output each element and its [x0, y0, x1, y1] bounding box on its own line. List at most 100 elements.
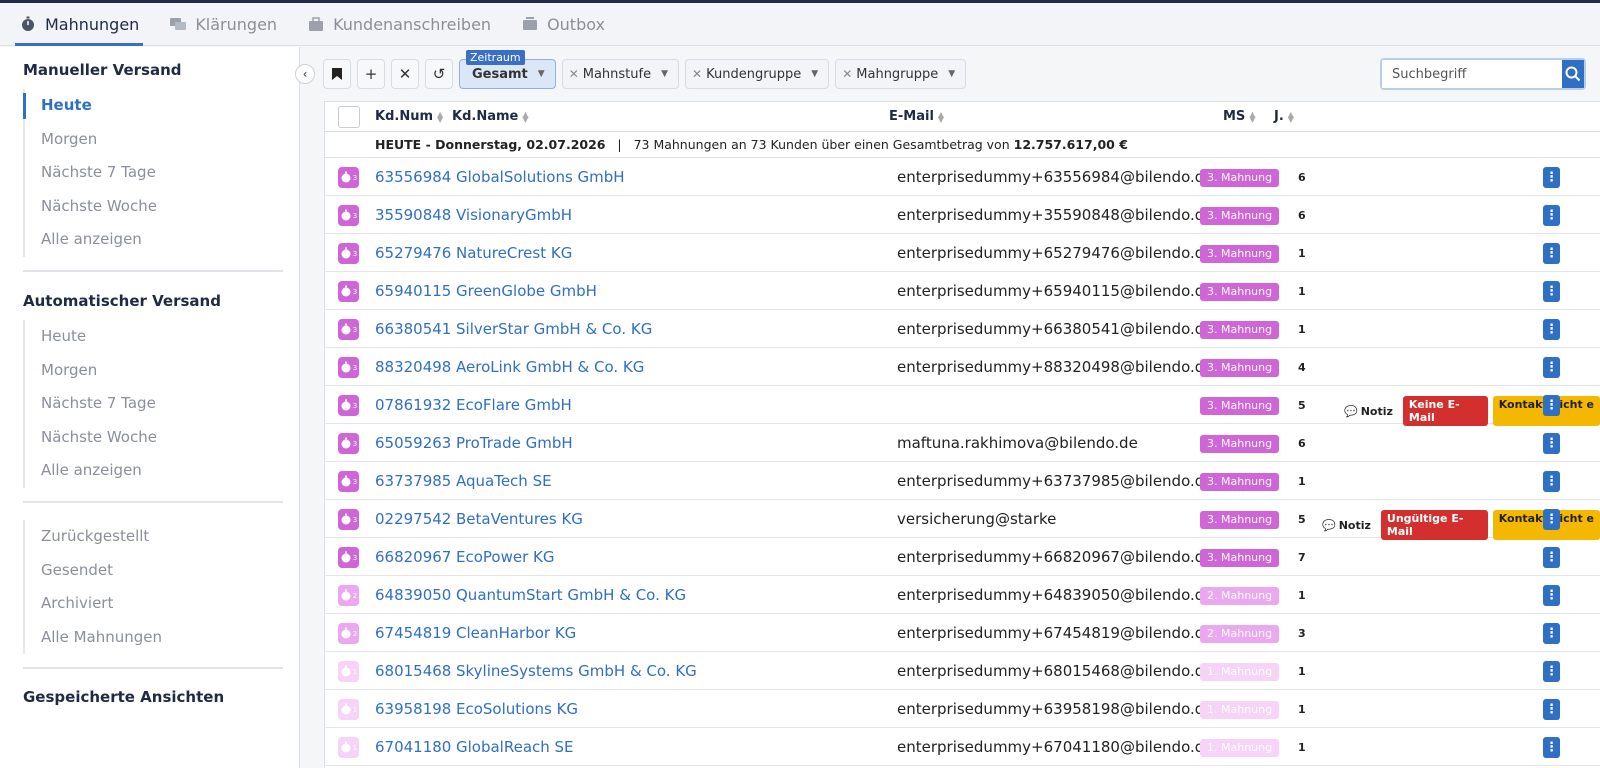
search-input[interactable] — [1382, 60, 1562, 88]
tab-klaerungen[interactable]: Klärungen — [165, 3, 281, 45]
sidebar-item-archiviert[interactable]: Archiviert — [25, 587, 283, 621]
kundengruppe-filter[interactable]: ✕ Kundengruppe ▼ — [685, 59, 830, 89]
customer-number-link[interactable]: 66820967 — [375, 548, 451, 566]
row-menu-button[interactable]: ⋮ — [1543, 167, 1560, 188]
customer-name-link[interactable]: BetaVentures KG — [456, 510, 583, 528]
row-menu-button[interactable]: ⋮ — [1543, 547, 1560, 568]
customer-number-link[interactable]: 35590848 — [375, 206, 451, 224]
sidebar-item-gesendet[interactable]: Gesendet — [25, 554, 283, 588]
sidebar-item-auto-woche[interactable]: Nächste Woche — [25, 421, 283, 455]
customer-number-link[interactable]: 67454819 — [375, 624, 451, 642]
table-row[interactable]: 3 66820967 EcoPower KG enterprisedummy+6682… — [325, 538, 1600, 576]
collapse-sidebar-button[interactable]: ‹ — [295, 64, 315, 84]
customer-name-link[interactable]: EcoFlare GmbH — [456, 396, 572, 414]
sidebar-item-zurueckgestellt[interactable]: Zurückgestellt — [25, 520, 283, 554]
table-row[interactable]: 2 67454819 CleanHarbor KG enterprisedummy+6… — [325, 614, 1600, 652]
customer-number-link[interactable]: 66380541 — [375, 320, 451, 338]
customer-name-link[interactable]: SkylineSystems GmbH & Co. KG — [456, 662, 697, 680]
tab-kundenanschreiben[interactable]: Kundenanschreiben — [303, 3, 495, 45]
row-menu-button[interactable]: ⋮ — [1543, 737, 1560, 758]
notiz-badge[interactable]: 💬 Notiz — [1317, 510, 1376, 540]
stopwatch-icon[interactable]: 3 — [338, 509, 359, 530]
remove-filter-icon[interactable]: ✕ — [569, 67, 579, 81]
customer-number-link[interactable]: 65059263 — [375, 434, 451, 452]
table-row[interactable]: 2 64839050 QuantumStart GmbH & Co. KG enter… — [325, 576, 1600, 614]
customer-name-link[interactable]: EcoPower KG — [456, 548, 554, 566]
customer-name-link[interactable]: QuantumStart GmbH & Co. KG — [456, 586, 686, 604]
stopwatch-icon[interactable]: 3 — [338, 243, 359, 264]
customer-name-link[interactable]: VisionaryGmbH — [456, 206, 572, 224]
customer-name-link[interactable]: GreenGlobe GmbH — [456, 282, 597, 300]
row-menu-button[interactable]: ⋮ — [1543, 623, 1560, 644]
mahngruppe-filter[interactable]: ✕ Mahngruppe ▼ — [835, 59, 967, 89]
stopwatch-icon[interactable]: 3 — [338, 357, 359, 378]
customer-number-link[interactable]: 63958198 — [375, 700, 451, 718]
search-button[interactable] — [1562, 60, 1584, 88]
sidebar-item-auto-morgen[interactable]: Morgen — [25, 354, 283, 388]
customer-number-link[interactable]: 63556984 — [375, 168, 451, 186]
row-menu-button[interactable]: ⋮ — [1543, 433, 1560, 454]
table-row[interactable]: 3 07861932 EcoFlare GmbH 3. Mahnung 5 💬 Notiz K… — [325, 386, 1600, 426]
stopwatch-icon[interactable]: 3 — [338, 167, 359, 188]
sidebar-item-auto-7-tage[interactable]: Nächste 7 Tage — [25, 387, 283, 421]
customer-number-link[interactable]: 65940115 — [375, 282, 451, 300]
notiz-badge[interactable]: 💬 Notiz — [1339, 396, 1398, 426]
row-menu-button[interactable]: ⋮ — [1543, 661, 1560, 682]
customer-name-link[interactable]: GlobalSolutions GmbH — [456, 168, 625, 186]
sidebar-item-auto-alle[interactable]: Alle anzeigen — [25, 454, 283, 488]
customer-name-link[interactable]: CleanHarbor KG — [456, 624, 576, 642]
table-row[interactable]: 1 67041180 GlobalReach SE enterprisedummy+6… — [325, 728, 1600, 766]
stopwatch-icon[interactable]: 2 — [338, 623, 359, 644]
mahnstufe-filter[interactable]: ✕ Mahnstufe ▼ — [561, 59, 680, 89]
table-row[interactable]: 3 63737985 AquaTech SE enterprisedummy+6373… — [325, 462, 1600, 500]
row-menu-button[interactable]: ⋮ — [1543, 357, 1560, 378]
sidebar-item-alle-mahnungen[interactable]: Alle Mahnungen — [25, 621, 283, 655]
table-row[interactable]: 3 66380541 SilverStar GmbH & Co. KG enterpr… — [325, 310, 1600, 348]
table-row[interactable]: 3 63556984 GlobalSolutions GmbH enterprised… — [325, 158, 1600, 196]
row-menu-button[interactable]: ⋮ — [1543, 699, 1560, 720]
header-kdname[interactable]: Kd.Name ▲ ▼ — [452, 109, 529, 124]
select-all-checkbox[interactable] — [338, 106, 360, 128]
table-row[interactable]: 3 65940115 GreenGlobe GmbH enterprisedummy+… — [325, 272, 1600, 310]
stopwatch-icon[interactable]: 3 — [338, 433, 359, 454]
sidebar-item-manual-heute[interactable]: Heute — [23, 89, 283, 123]
stopwatch-icon[interactable]: 1 — [338, 737, 359, 758]
sidebar-item-manual-morgen[interactable]: Morgen — [25, 123, 283, 157]
row-menu-button[interactable]: ⋮ — [1543, 471, 1560, 492]
row-menu-button[interactable]: ⋮ — [1543, 205, 1560, 226]
table-row[interactable]: 3 65279476 NatureCrest KG enterprisedummy+6… — [325, 234, 1600, 272]
table-row[interactable]: 3 02297542 BetaVentures KG versicherung@sta… — [325, 500, 1600, 540]
row-menu-button[interactable]: ⋮ — [1543, 509, 1560, 530]
header-j[interactable]: J. ▲ ▼ — [1274, 109, 1294, 124]
customer-number-link[interactable]: 63737985 — [375, 472, 451, 490]
customer-name-link[interactable]: NatureCrest KG — [456, 244, 572, 262]
customer-number-link[interactable]: 07861932 — [375, 396, 451, 414]
customer-number-link[interactable]: 67041180 — [375, 738, 451, 756]
customer-number-link[interactable]: 65279476 — [375, 244, 451, 262]
stopwatch-icon[interactable]: 3 — [338, 395, 359, 416]
stopwatch-icon[interactable]: 3 — [338, 319, 359, 340]
clear-button[interactable]: ✕ — [391, 59, 419, 89]
stopwatch-icon[interactable]: 1 — [338, 699, 359, 720]
add-button[interactable]: + — [357, 59, 385, 89]
header-ms[interactable]: MS ▲ ▼ — [1223, 109, 1255, 124]
tab-outbox[interactable]: Outbox — [517, 3, 609, 45]
customer-name-link[interactable]: AeroLink GmbH & Co. KG — [456, 358, 644, 376]
stopwatch-icon[interactable]: 3 — [338, 547, 359, 568]
sidebar-item-manual-woche[interactable]: Nächste Woche — [25, 190, 283, 224]
table-row[interactable]: 3 35590848 VisionaryGmbH enterprisedummy+35… — [325, 196, 1600, 234]
customer-name-link[interactable]: GlobalReach SE — [456, 738, 574, 756]
customer-name-link[interactable]: AquaTech SE — [456, 472, 552, 490]
stopwatch-icon[interactable]: 2 — [338, 585, 359, 606]
row-menu-button[interactable]: ⋮ — [1543, 319, 1560, 340]
customer-name-link[interactable]: SilverStar GmbH & Co. KG — [456, 320, 652, 338]
row-menu-button[interactable]: ⋮ — [1543, 281, 1560, 302]
table-row[interactable]: 1 68015468 SkylineSystems GmbH & Co. KG ent… — [325, 652, 1600, 690]
reset-button[interactable]: ↺ — [425, 59, 453, 89]
table-row[interactable]: 1 63958198 EcoSolutions KG enterprisedummy+… — [325, 690, 1600, 728]
table-row[interactable]: 3 88320498 AeroLink GmbH & Co. KG enterpris… — [325, 348, 1600, 386]
sidebar-item-manual-alle[interactable]: Alle anzeigen — [25, 223, 283, 257]
row-menu-button[interactable]: ⋮ — [1543, 243, 1560, 264]
header-email[interactable]: E-Mail ▲ ▼ — [889, 109, 944, 124]
stopwatch-icon[interactable]: 1 — [338, 661, 359, 682]
